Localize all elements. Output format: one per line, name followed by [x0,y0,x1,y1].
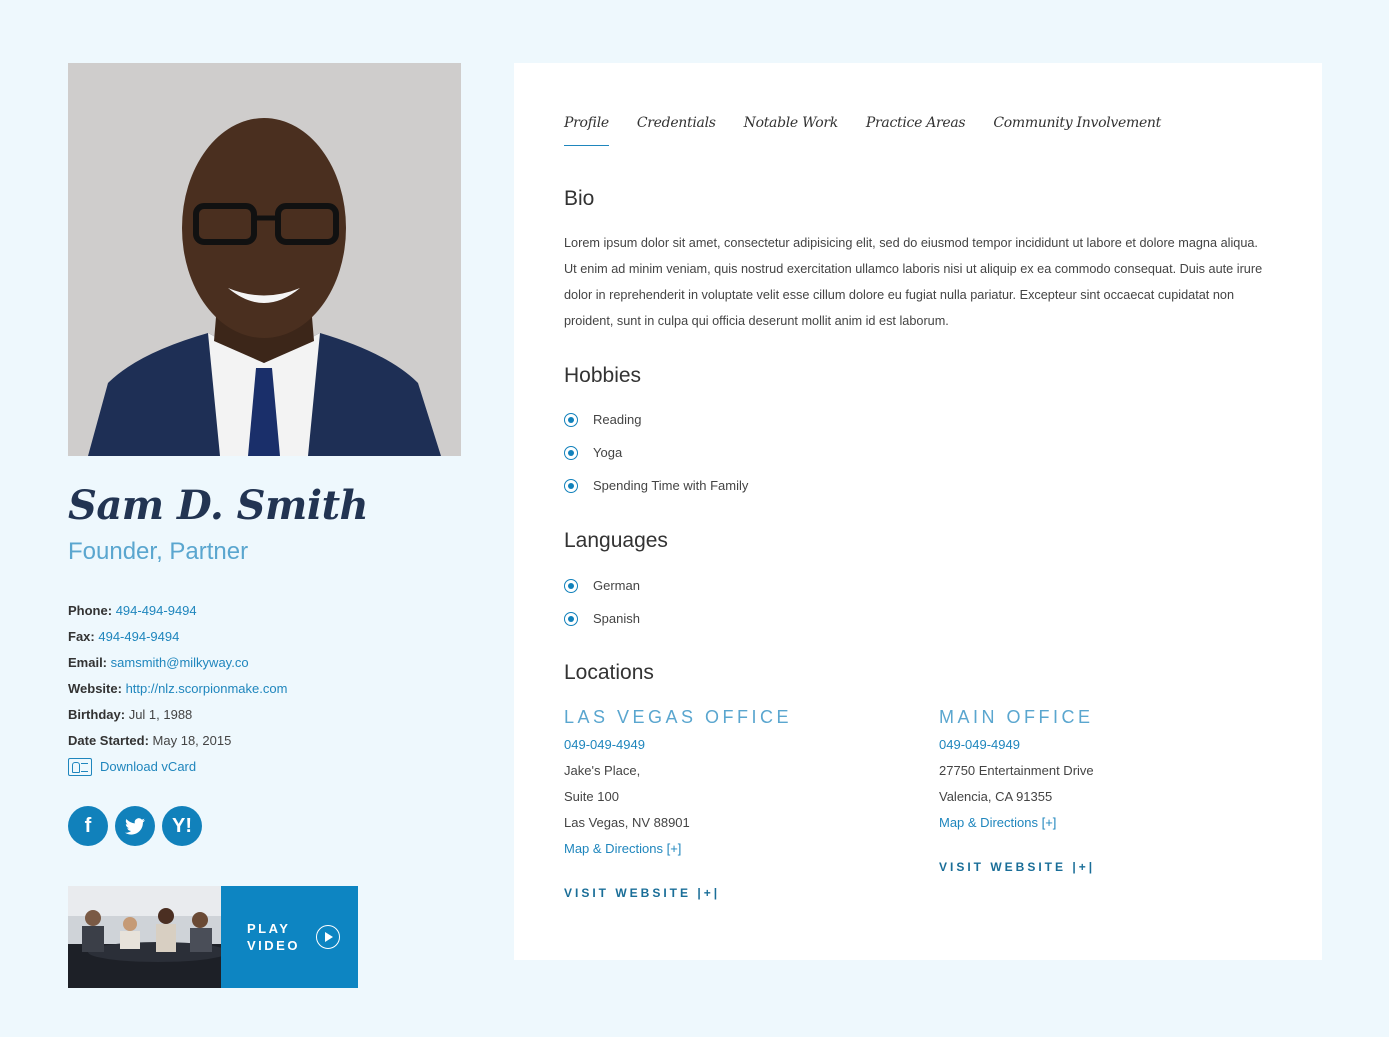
play-video-line1: PLAY [247,921,291,936]
email-link[interactable]: samsmith@milkyway.co [111,655,249,670]
play-icon [315,925,340,949]
bio-text: Lorem ipsum dolor sit amet, consectetur … [564,236,1263,328]
office-main: MAIN OFFICE 049-049-4949 27750 Entertain… [939,703,1095,880]
list-item: Yoga [564,436,748,469]
video-thumbnail [68,886,221,988]
phone-link[interactable]: 494-494-9494 [116,603,197,618]
contact-info: Phone: 494-494-9494 Fax: 494-494-9494 Em… [68,598,287,780]
address-line: Las Vegas, NV 88901 [564,815,690,830]
language-label: Spanish [593,611,640,626]
birthday-label: Birthday: [68,707,126,722]
map-directions-link[interactable]: Map & Directions [+] [564,841,681,856]
profile-title: Founder, Partner [68,538,249,565]
bullet-icon [564,412,578,427]
address-line: 27750 Entertainment Drive [939,763,1094,778]
address-line: Suite 100 [564,789,619,804]
languages-heading: Languages [564,529,668,552]
visit-website-button[interactable]: VISIT WEBSITE |+| [939,854,1095,880]
list-item: Reading [564,403,748,436]
list-item: Spanish [564,602,640,635]
date-started-value: May 18, 2015 [152,733,232,748]
phone-row: Phone: 494-494-9494 [68,598,287,624]
fax-link[interactable]: 494-494-9494 [98,629,179,644]
website-row: Website: http://nlz.scorpionmake.com [68,676,287,702]
hobby-label: Reading [593,412,642,427]
office-las-vegas: LAS VEGAS OFFICE 049-049-4949 Jake's Pla… [564,703,792,906]
fax-label: Fax: [68,629,95,644]
phone-label: Phone: [68,603,113,618]
fax-row: Fax: 494-494-9494 [68,624,287,650]
tab-community-involvement[interactable]: Community Involvement [993,115,1161,146]
map-directions-link[interactable]: Map & Directions [+] [939,815,1056,830]
email-label: Email: [68,655,108,670]
address-line: Jake's Place, [564,763,641,778]
visit-website-button[interactable]: VISIT WEBSITE |+| [564,880,792,906]
social-links: f Y! [68,806,202,846]
yahoo-glyph: Y! [172,814,192,837]
play-video-label: PLAY VIDEO [247,920,300,954]
play-video-line2: VIDEO [247,938,300,953]
profile-name: Sam D. Smith [68,482,369,529]
play-video-button[interactable]: PLAY VIDEO [68,886,358,988]
list-item: Spending Time with Family [564,469,748,502]
twitter-bird-icon [125,817,145,835]
list-item: German [564,569,640,602]
download-vcard-link[interactable]: Download vCard [68,754,287,780]
email-row: Email: samsmith@milkyway.co [68,650,287,676]
vcard-icon [68,758,92,776]
bio-heading: Bio [564,187,595,210]
website-link[interactable]: http://nlz.scorpionmake.com [126,681,288,696]
meeting-image [68,886,221,988]
hobby-label: Yoga [593,445,623,460]
address-line: Valencia, CA 91355 [939,789,1053,804]
website-label: Website: [68,681,122,696]
facebook-icon[interactable]: f [68,806,108,846]
date-started-label: Date Started: [68,733,149,748]
office-name: LAS VEGAS OFFICE [564,707,793,727]
video-cta: PLAY VIDEO [221,886,358,988]
locations-heading: Locations [564,661,654,684]
twitter-icon[interactable] [115,806,155,846]
office-name: MAIN OFFICE [939,707,1094,727]
tab-practice-areas[interactable]: Practice Areas [866,115,966,146]
portrait-image [68,63,461,456]
bullet-icon [564,578,578,593]
bullet-icon [564,611,578,626]
hobbies-list: Reading Yoga Spending Time with Family [564,403,748,502]
facebook-glyph: f [84,814,92,837]
birthday-row: Birthday: Jul 1, 1988 [68,702,287,728]
bullet-icon [564,478,578,493]
bullet-icon [564,445,578,460]
date-started-row: Date Started: May 18, 2015 [68,728,287,754]
office-phone-link[interactable]: 049-049-4949 [939,737,1020,752]
languages-list: German Spanish [564,569,640,635]
yahoo-icon[interactable]: Y! [162,806,202,846]
profile-photo [68,63,461,456]
tab-credentials[interactable]: Credentials [637,115,716,146]
office-phone-link[interactable]: 049-049-4949 [564,737,645,752]
hobbies-heading: Hobbies [564,364,642,387]
profile-tabs: Profile Credentials Notable Work Practic… [564,115,1161,146]
hobby-label: Spending Time with Family [593,478,749,493]
birthday-value: Jul 1, 1988 [128,707,193,722]
tab-notable-work[interactable]: Notable Work [744,115,839,146]
profile-details-panel: Profile Credentials Notable Work Practic… [514,63,1322,960]
vcard-label: Download vCard [100,759,197,774]
tab-profile[interactable]: Profile [564,115,609,146]
language-label: German [593,578,640,593]
play-triangle [324,932,333,942]
